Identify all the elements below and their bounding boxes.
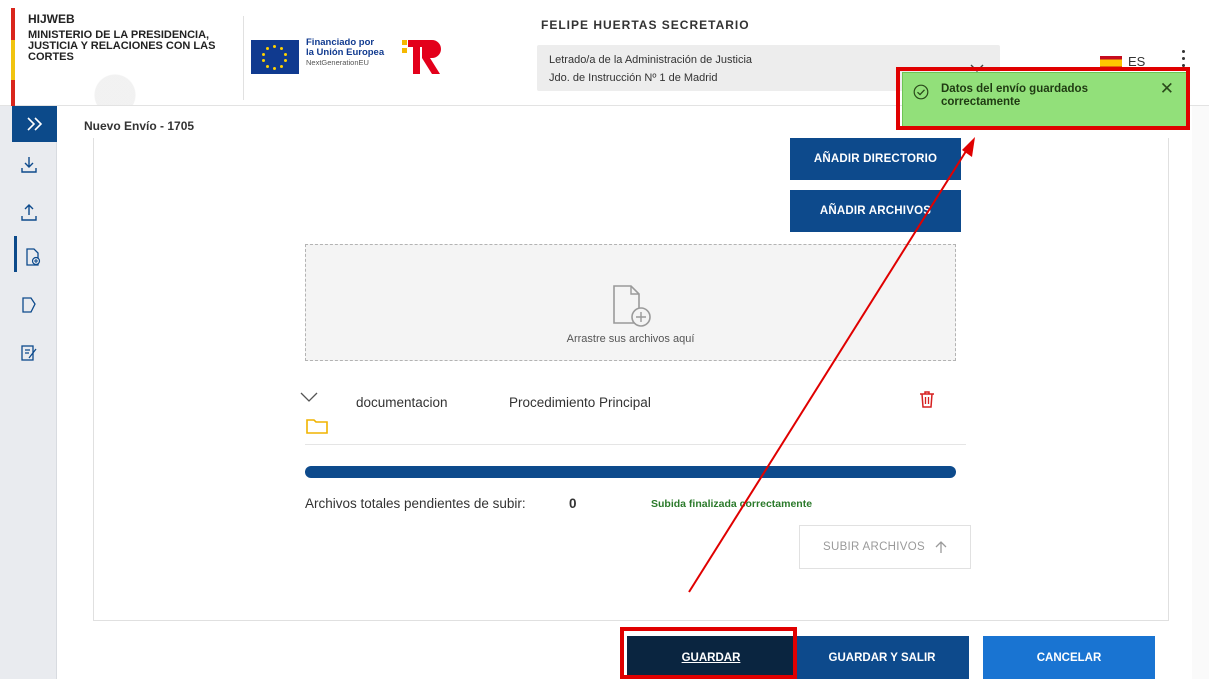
dropzone-label: Arrastre sus archivos aquí	[566, 333, 695, 345]
add-files-button[interactable]: AÑADIR ARCHIVOS	[790, 190, 961, 232]
role-title: Letrado/a de la Administración de Justic…	[549, 54, 753, 66]
toast-message: Datos del envío guardados correctamente	[941, 83, 1088, 108]
brand-stripe	[11, 8, 15, 106]
double-chevron-right-icon	[26, 117, 42, 131]
user-name: FELIPE HUERTAS SECRETARIO	[541, 18, 750, 32]
coat-of-arms-watermark	[60, 55, 170, 105]
chevron-down-icon[interactable]	[300, 391, 318, 403]
save-and-exit-button[interactable]: GUARDAR Y SALIR	[795, 636, 969, 679]
upload-files-label: SUBIR ARCHIVOS	[823, 541, 925, 553]
cancel-button[interactable]: CANCELAR	[983, 636, 1155, 679]
upload-files-button[interactable]: SUBIR ARCHIVOS	[799, 525, 971, 569]
document-edit-icon	[22, 297, 36, 313]
sidebar-item-signatures[interactable]	[14, 338, 44, 368]
check-circle-icon	[913, 84, 929, 100]
pending-files-label: Archivos totales pendientes de subir:	[305, 496, 526, 511]
page-title: Nuevo Envío - 1705	[84, 119, 195, 133]
download-icon	[21, 157, 37, 173]
close-icon[interactable]: ✕	[1160, 79, 1174, 99]
sidebar	[0, 106, 57, 679]
sidebar-item-new-submission[interactable]	[18, 242, 48, 272]
trash-icon[interactable]	[919, 390, 935, 408]
directory-type: Procedimiento Principal	[509, 395, 651, 410]
language-selector[interactable]: ES	[1128, 54, 1145, 69]
new-document-icon	[26, 248, 41, 266]
form-edit-icon	[21, 345, 37, 361]
row-divider	[305, 444, 966, 445]
spain-flag-icon[interactable]	[1100, 56, 1122, 70]
add-file-icon	[613, 285, 651, 327]
success-toast: Datos del envío guardados correctamente …	[902, 72, 1187, 128]
upload-icon	[21, 204, 37, 221]
add-directory-button[interactable]: AÑADIR DIRECTORIO	[790, 138, 961, 180]
vertical-scrollbar[interactable]	[1192, 106, 1209, 679]
sidebar-item-drafts[interactable]	[14, 290, 44, 320]
sidebar-item-received[interactable]	[14, 150, 44, 180]
upload-card	[93, 138, 1169, 621]
save-button[interactable]: GUARDAR	[627, 636, 795, 679]
file-dropzone[interactable]: Arrastre sus archivos aquí	[305, 244, 956, 361]
eu-flag-logo	[251, 40, 299, 74]
upload-progress-bar	[305, 466, 956, 478]
folder-icon	[306, 419, 328, 434]
arrow-up-icon	[935, 541, 947, 553]
upload-status-message: Subida finalizada correctamente	[651, 498, 813, 510]
directory-name: documentacion	[356, 395, 448, 410]
more-options-icon[interactable]	[1180, 50, 1186, 68]
app-name: HIJWEB	[28, 12, 75, 26]
eu-funding-text: Financiado por la Unión Europea NextGene…	[306, 37, 385, 68]
recovery-plan-logo	[402, 40, 441, 74]
sidebar-item-sent[interactable]	[14, 198, 44, 228]
sidebar-active-indicator	[14, 236, 17, 272]
pending-files-count: 0	[569, 496, 577, 511]
role-court: Jdo. de Instrucción Nº 1 de Madrid	[549, 72, 718, 84]
sidebar-toggle-button[interactable]	[12, 106, 57, 142]
header-divider	[243, 16, 244, 100]
